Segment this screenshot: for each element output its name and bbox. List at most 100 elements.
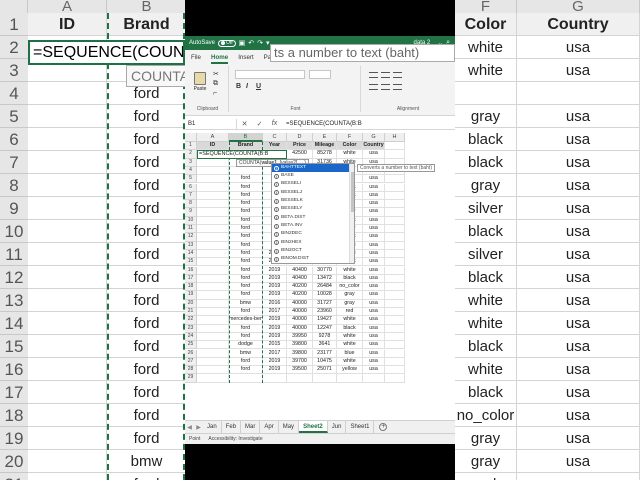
table-cell[interactable] bbox=[385, 225, 405, 234]
table-cell[interactable] bbox=[385, 241, 405, 250]
table-cell[interactable]: blue bbox=[337, 349, 363, 358]
align-center-icon[interactable] bbox=[381, 84, 390, 90]
row-header[interactable]: 18 bbox=[185, 283, 197, 292]
sheet-tab-jun[interactable]: Jun bbox=[328, 421, 347, 433]
table-cell[interactable] bbox=[197, 299, 229, 308]
save-icon[interactable]: ▣ bbox=[239, 40, 246, 47]
table-cell[interactable] bbox=[263, 374, 287, 383]
table-cell[interactable]: usa bbox=[363, 233, 385, 242]
table-cell[interactable] bbox=[197, 349, 229, 358]
table-cell[interactable] bbox=[385, 341, 405, 350]
table-cell[interactable] bbox=[385, 357, 405, 367]
table-cell[interactable] bbox=[197, 357, 229, 367]
header-cell[interactable]: Mileage bbox=[313, 142, 337, 151]
column-header-e[interactable]: E bbox=[313, 133, 337, 142]
table-cell[interactable]: 30770 bbox=[313, 266, 337, 275]
table-cell[interactable]: usa bbox=[363, 341, 385, 350]
table-cell[interactable]: 40400 bbox=[287, 274, 313, 284]
autocomplete-item[interactable]: ƒ BIN2DEC bbox=[272, 230, 354, 238]
table-cell[interactable]: 40000 bbox=[287, 324, 313, 333]
redo-icon[interactable]: ↷ bbox=[257, 40, 263, 47]
table-cell[interactable]: 2016 bbox=[263, 299, 287, 308]
insert-function-icon[interactable]: fx bbox=[267, 120, 282, 127]
table-cell[interactable] bbox=[385, 150, 405, 159]
table-cell[interactable] bbox=[197, 200, 229, 209]
row-header[interactable]: 1 bbox=[185, 142, 197, 151]
table-cell[interactable]: 39700 bbox=[287, 357, 313, 367]
table-cell[interactable]: usa bbox=[363, 274, 385, 284]
in-cell-editor[interactable]: =SEQUENCE(COUNTA(B:B bbox=[197, 149, 287, 159]
table-cell[interactable]: 2019 bbox=[263, 324, 287, 333]
table-cell[interactable]: usa bbox=[363, 175, 385, 184]
row-header[interactable]: 3 bbox=[185, 158, 197, 167]
table-cell[interactable] bbox=[197, 225, 229, 234]
row-header[interactable]: 29 bbox=[185, 374, 197, 383]
row-header[interactable]: 12 bbox=[185, 233, 197, 242]
table-cell[interactable] bbox=[385, 258, 405, 267]
autocomplete-item[interactable]: ƒ BIN2OCT bbox=[272, 247, 354, 255]
row-header[interactable]: 14 bbox=[185, 249, 197, 259]
header-cell[interactable]: Country bbox=[363, 142, 385, 151]
table-cell[interactable]: usa bbox=[363, 208, 385, 217]
header-cell[interactable]: Price bbox=[287, 142, 313, 151]
row-header[interactable]: 22 bbox=[185, 316, 197, 325]
table-cell[interactable]: white bbox=[337, 266, 363, 275]
table-cell[interactable]: usa bbox=[363, 366, 385, 375]
table-cell[interactable]: 85278 bbox=[313, 150, 337, 159]
table-cell[interactable] bbox=[197, 241, 229, 250]
row-header[interactable]: 24 bbox=[185, 332, 197, 342]
row-header[interactable]: 21 bbox=[185, 308, 197, 317]
table-cell[interactable]: white bbox=[337, 332, 363, 342]
signature-function[interactable]: COUNTA( bbox=[239, 160, 261, 166]
table-cell[interactable] bbox=[385, 216, 405, 225]
autocomplete-item[interactable]: ƒ BAHTTEXT bbox=[272, 163, 354, 173]
table-cell[interactable]: white bbox=[337, 316, 363, 325]
table-cell[interactable]: usa bbox=[363, 150, 385, 159]
column-header-a[interactable]: A bbox=[197, 133, 229, 142]
table-cell[interactable]: 23177 bbox=[313, 349, 337, 358]
scrollbar-thumb[interactable] bbox=[351, 171, 354, 212]
table-cell[interactable] bbox=[197, 332, 229, 342]
autocomplete-scrollbar[interactable] bbox=[349, 163, 354, 263]
tab-file[interactable]: File bbox=[191, 54, 201, 64]
table-cell[interactable] bbox=[197, 249, 229, 259]
table-cell[interactable]: 40400 bbox=[287, 266, 313, 275]
row-header[interactable]: 10 bbox=[185, 216, 197, 225]
table-cell[interactable] bbox=[197, 274, 229, 284]
header-cell[interactable]: Color bbox=[337, 142, 363, 151]
table-cell[interactable]: gray bbox=[337, 291, 363, 300]
table-cell[interactable]: 40000 bbox=[287, 299, 313, 308]
customize-toolbar-icon[interactable]: ▾ bbox=[266, 40, 270, 47]
table-cell[interactable]: 12247 bbox=[313, 324, 337, 333]
row-header[interactable]: 9 bbox=[185, 208, 197, 217]
table-cell[interactable]: red bbox=[337, 308, 363, 317]
row-header[interactable]: 7 bbox=[185, 191, 197, 201]
copy-icon[interactable]: ⧉ bbox=[213, 80, 218, 88]
table-cell[interactable] bbox=[197, 191, 229, 201]
table-cell[interactable] bbox=[197, 291, 229, 300]
table-cell[interactable] bbox=[385, 299, 405, 308]
row-header[interactable]: 11 bbox=[185, 225, 197, 234]
table-cell[interactable]: usa bbox=[363, 316, 385, 325]
table-cell[interactable]: 2017 bbox=[263, 349, 287, 358]
table-cell[interactable] bbox=[197, 266, 229, 275]
bold-button[interactable]: B bbox=[236, 83, 241, 90]
table-cell[interactable] bbox=[385, 233, 405, 242]
table-cell[interactable]: usa bbox=[363, 241, 385, 250]
align-left-icon[interactable] bbox=[369, 84, 378, 90]
table-cell[interactable]: usa bbox=[363, 299, 385, 308]
row-header[interactable]: 2 bbox=[185, 150, 197, 159]
table-cell[interactable]: 19427 bbox=[313, 316, 337, 325]
underline-button[interactable]: U bbox=[256, 83, 261, 90]
cancel-icon[interactable]: ✕ bbox=[237, 120, 252, 128]
table-cell[interactable] bbox=[197, 233, 229, 242]
sheet-tab-sheet2[interactable]: Sheet2 bbox=[299, 421, 328, 433]
table-cell[interactable]: usa bbox=[363, 291, 385, 300]
table-cell[interactable]: black bbox=[337, 274, 363, 284]
table-cell[interactable]: gray bbox=[337, 299, 363, 308]
sheet-tab-feb[interactable]: Feb bbox=[222, 421, 242, 433]
table-cell[interactable]: usa bbox=[363, 349, 385, 358]
table-cell[interactable] bbox=[197, 283, 229, 292]
table-cell[interactable] bbox=[385, 291, 405, 300]
table-cell[interactable]: 2019 bbox=[263, 316, 287, 325]
